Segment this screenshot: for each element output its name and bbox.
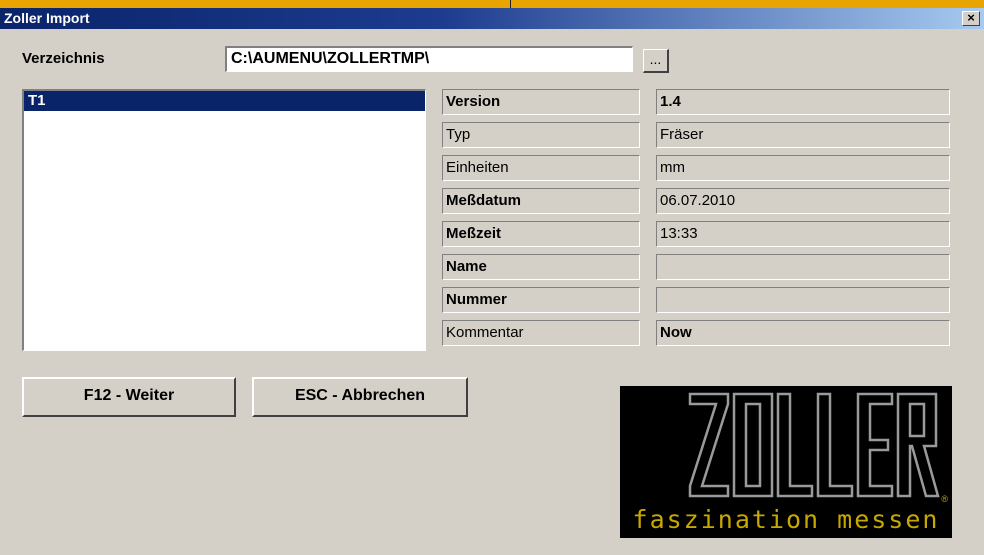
directory-label: Verzeichnis: [22, 50, 105, 67]
title-bar[interactable]: Zoller Import ×: [0, 8, 984, 29]
property-name: Meßdatum: [442, 188, 640, 214]
window-title: Zoller Import: [4, 10, 90, 26]
property-value: 13:33: [656, 221, 950, 247]
property-name: Version: [442, 89, 640, 115]
cancel-button[interactable]: ESC - Abbrechen: [252, 377, 468, 417]
zoller-logo: ® faszination messen: [620, 386, 952, 538]
property-value: 1.4: [656, 89, 950, 115]
property-value: [656, 254, 950, 280]
property-row-nummer: Nummer: [442, 287, 950, 315]
next-button[interactable]: F12 - Weiter: [22, 377, 236, 417]
property-row-version: Version 1.4: [442, 89, 950, 117]
close-icon: ×: [967, 10, 975, 25]
property-value: mm: [656, 155, 950, 181]
property-name: Name: [442, 254, 640, 280]
property-row-name: Name: [442, 254, 950, 282]
property-name: Meßzeit: [442, 221, 640, 247]
list-item[interactable]: T1: [24, 91, 425, 111]
property-value: Now: [656, 320, 950, 346]
property-row-kommentar: Kommentar Now: [442, 320, 950, 348]
property-value: 06.07.2010: [656, 188, 950, 214]
close-button[interactable]: ×: [962, 11, 980, 26]
strip-divider: [510, 0, 511, 8]
tool-listbox[interactable]: T1: [22, 89, 426, 351]
property-row-messzeit: Meßzeit 13:33: [442, 221, 950, 249]
directory-field[interactable]: C:\AUMENU\ZOLLERTMP\: [225, 46, 633, 72]
property-value: [656, 287, 950, 313]
property-name: Typ: [442, 122, 640, 148]
property-row-typ: Typ Fräser: [442, 122, 950, 150]
logo-tagline: faszination messen: [632, 505, 940, 534]
property-value: Fräser: [656, 122, 950, 148]
property-name: Kommentar: [442, 320, 640, 346]
property-name: Nummer: [442, 287, 640, 313]
property-name: Einheiten: [442, 155, 640, 181]
property-row-messdatum: Meßdatum 06.07.2010: [442, 188, 950, 216]
property-row-einheiten: Einheiten mm: [442, 155, 950, 183]
browse-button[interactable]: ...: [643, 49, 669, 73]
registered-mark: ®: [941, 494, 948, 504]
